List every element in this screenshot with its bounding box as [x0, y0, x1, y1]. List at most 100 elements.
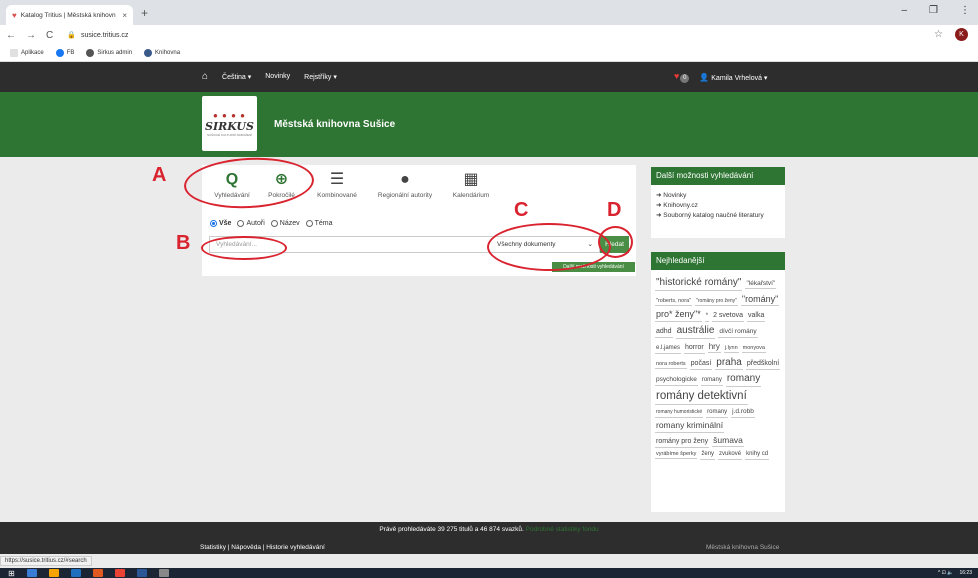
- windows-start-icon[interactable]: ⊞: [8, 569, 15, 578]
- popular-tag[interactable]: romany humoristické: [655, 409, 704, 418]
- popular-tag[interactable]: šumava: [712, 435, 744, 448]
- taskbar-app-icon[interactable]: [48, 569, 59, 577]
- popular-tag[interactable]: ženy: [700, 450, 716, 460]
- footer-links[interactable]: Statistiky | Nápověda | Historie vyhledá…: [200, 544, 325, 551]
- popular-searches-box: Nejhledanější "historické romány" "lékařs…: [651, 252, 785, 512]
- popular-tag[interactable]: dívčí romány: [718, 327, 758, 338]
- popular-tag[interactable]: romany kriminální: [655, 420, 725, 433]
- tab-combined[interactable]: ☰ Kombinované: [312, 168, 362, 199]
- new-tab-button[interactable]: +: [141, 6, 148, 20]
- library-logo[interactable]: ● ● ● ● SIRKUS SUŠICKÉ KULTURNÍ SDRUŽENÍ: [202, 96, 257, 151]
- tab-title: Katalog Tritius | Městská knihovn: [20, 11, 116, 19]
- more-link-news[interactable]: ➜ Novinky: [656, 191, 780, 199]
- scope-authors[interactable]: Autoři: [237, 220, 265, 227]
- back-icon[interactable]: ←: [6, 30, 16, 41]
- popular-tag[interactable]: nora roberts: [655, 360, 687, 370]
- popular-tag[interactable]: romany: [700, 376, 723, 387]
- nav-news[interactable]: Novinky: [265, 73, 290, 80]
- popular-tag[interactable]: austrálie: [675, 324, 716, 339]
- taskbar-app-icon[interactable]: [158, 569, 169, 577]
- minimize-icon[interactable]: –: [901, 5, 907, 16]
- tab-close-icon[interactable]: ×: [122, 11, 127, 20]
- address-bar-row: ← → C 🔒 susice.tritius.cz ☆ K: [0, 25, 978, 45]
- radio-unchecked: [237, 220, 245, 227]
- bookmark-star-icon[interactable]: ☆: [934, 29, 943, 40]
- popular-tag[interactable]: valka: [747, 311, 766, 323]
- user-menu[interactable]: 👤 Kamila Vrhelová ▾: [699, 73, 767, 82]
- popular-tag[interactable]: počasí: [689, 359, 713, 370]
- popular-tag[interactable]: j.d.robb: [731, 407, 755, 418]
- menu-icon[interactable]: ⋮: [960, 5, 970, 16]
- nav-registers[interactable]: Rejstříky ▾: [304, 73, 337, 81]
- popular-tag[interactable]: romány detektivní: [655, 389, 748, 406]
- popular-tag[interactable]: pro* ženy"*: [655, 308, 702, 322]
- bookmark-label: Sirkus admin: [97, 50, 133, 56]
- taskbar-app-icon[interactable]: [26, 569, 37, 577]
- bookmark-sirkus-admin[interactable]: Sirkus admin: [86, 49, 132, 57]
- site-top-nav: ⌂ Čeština ▾ Novinky Rejstříky ▾ ♥ 0 👤 Kam…: [0, 62, 978, 92]
- library-icon: [144, 49, 153, 57]
- language-menu[interactable]: Čeština ▾: [222, 73, 251, 81]
- link-label: Souborný katalog naučné literatury: [663, 212, 764, 219]
- popular-tag[interactable]: 2 svetova: [712, 311, 745, 323]
- more-link-catalog[interactable]: ➜ Souborný katalog naučné literatury: [656, 211, 780, 219]
- stats-link[interactable]: Podrobné statistiky fondu: [526, 526, 599, 533]
- tray-icons[interactable]: ^ ⊡ 🔈: [938, 570, 954, 576]
- browser-tab[interactable]: ♥ Katalog Tritius | Městská knihovn ×: [6, 5, 133, 25]
- bookmark-knihovna[interactable]: Knihovna: [144, 49, 180, 57]
- popular-tag[interactable]: romany: [725, 372, 762, 387]
- popular-tag[interactable]: monyova: [741, 344, 766, 354]
- tab-calendar[interactable]: ▦ Kalendárium: [448, 168, 494, 199]
- profile-avatar[interactable]: K: [955, 28, 968, 41]
- popular-tag[interactable]: horror: [684, 343, 705, 354]
- popular-tag[interactable]: "lékařství": [745, 279, 777, 290]
- taskbar-app-icon[interactable]: [92, 569, 103, 577]
- address-bar[interactable]: 🔒 susice.tritius.cz: [67, 31, 128, 40]
- forward-icon[interactable]: →: [26, 30, 36, 41]
- scope-title[interactable]: Název: [270, 220, 300, 227]
- favorites-button[interactable]: ♥ 0: [674, 71, 690, 83]
- restore-icon[interactable]: ❐: [929, 5, 938, 16]
- taskbar-app-icon[interactable]: [114, 569, 125, 577]
- popular-tag[interactable]: *: [704, 312, 710, 323]
- more-link-knihovny[interactable]: ➜ Knihovny.cz: [656, 201, 780, 209]
- popular-tag[interactable]: "romány": [740, 293, 780, 306]
- tab-regional-authorities[interactable]: ● Regionální autority: [372, 168, 438, 199]
- popular-tag[interactable]: adhd: [655, 327, 673, 339]
- reload-icon[interactable]: C: [46, 30, 53, 41]
- popular-tag[interactable]: zvukové: [718, 450, 743, 460]
- popular-tag[interactable]: knihy cd: [745, 450, 770, 460]
- bookmarks-bar: Aplikace FB Sirkus admin Knihovna: [0, 45, 978, 62]
- popular-tag[interactable]: hry: [707, 341, 721, 353]
- scope-all[interactable]: Vše: [210, 220, 231, 227]
- scope-label: Téma: [314, 220, 333, 227]
- taskbar-app-icon[interactable]: [136, 569, 147, 577]
- system-tray: ^ ⊡ 🔈 16:23: [938, 568, 972, 578]
- popular-tag[interactable]: j.lynn: [723, 344, 739, 354]
- tab-label: Kombinované: [317, 192, 357, 199]
- bookmark-fb[interactable]: FB: [55, 49, 74, 57]
- popular-tag[interactable]: předškolní: [745, 359, 781, 370]
- popular-tag[interactable]: vyrábíme šperky: [655, 450, 698, 460]
- popular-tag[interactable]: "roberts, nora": [655, 297, 693, 306]
- taskbar-app-icon[interactable]: [70, 569, 81, 577]
- link-label: Knihovny.cz: [663, 202, 698, 209]
- header-banner: [0, 92, 978, 157]
- annotation-ellipse-d: [598, 226, 633, 258]
- popular-tag[interactable]: "romány pro ženy": [695, 298, 738, 307]
- popular-tag[interactable]: romány pro ženy: [655, 437, 710, 448]
- bookmark-apps[interactable]: Aplikace: [10, 49, 44, 57]
- footer: Právě prohledáváte 39 275 titulů a 46 87…: [0, 522, 978, 554]
- home-icon[interactable]: ⌂: [202, 71, 208, 82]
- popular-tag[interactable]: romany: [706, 408, 729, 418]
- popular-tag[interactable]: "historické romány": [655, 276, 743, 291]
- scope-label: Název: [279, 220, 300, 227]
- scope-topic[interactable]: Téma: [305, 220, 333, 227]
- popular-tag[interactable]: e.l.james: [655, 344, 682, 354]
- globe-icon: [86, 49, 95, 57]
- popular-tag[interactable]: praha: [715, 356, 743, 371]
- windows-taskbar: ⊞: [0, 568, 978, 578]
- bookmark-label: Aplikace: [21, 50, 44, 56]
- scope-label: Vše: [219, 220, 232, 227]
- popular-tag[interactable]: psychologicke: [655, 375, 698, 386]
